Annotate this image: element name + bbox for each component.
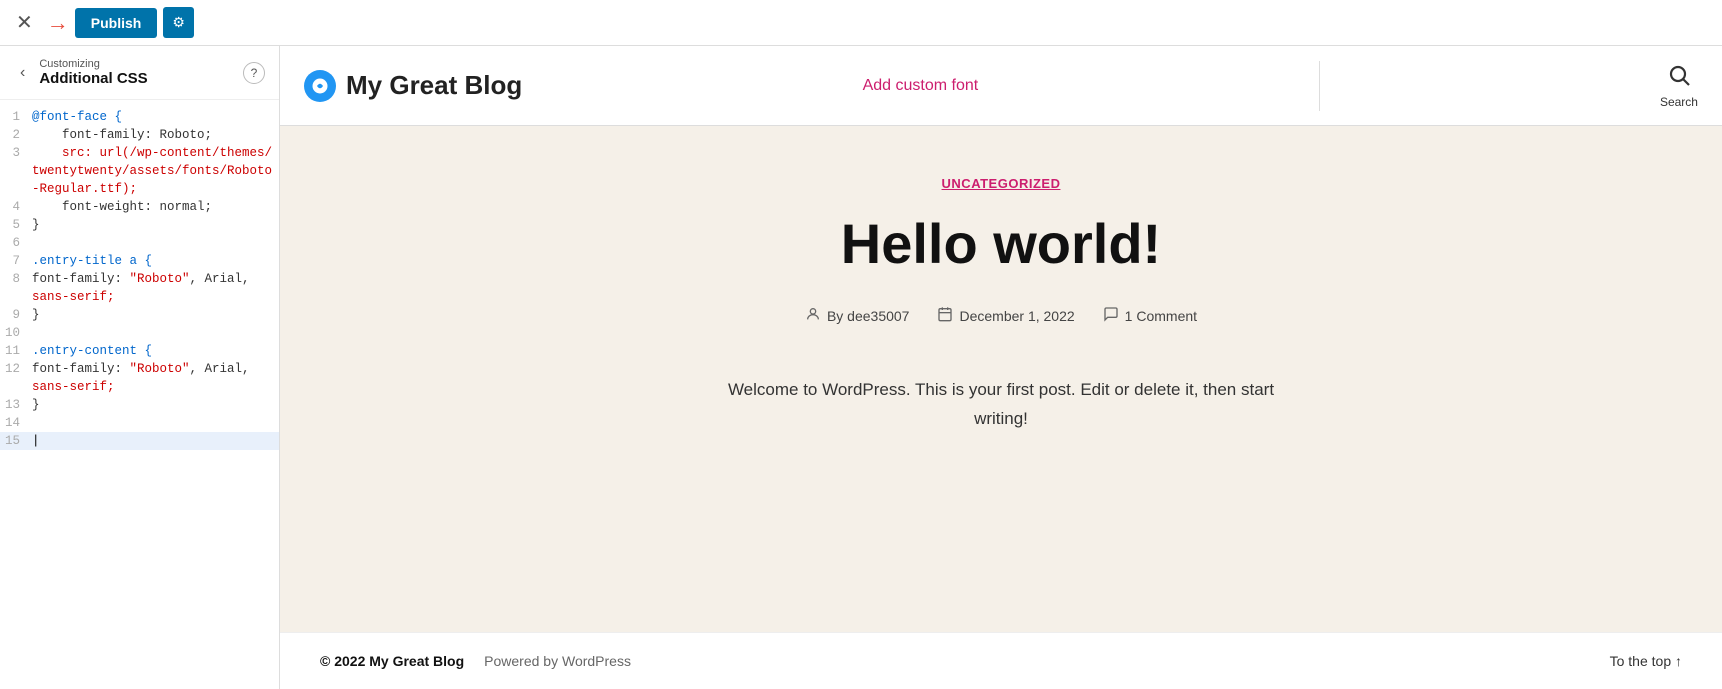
code-line: 7 .entry-title a { xyxy=(0,252,279,270)
back-button[interactable]: ‹ xyxy=(14,62,31,84)
author-icon xyxy=(805,306,821,326)
code-line: 2 font-family: Roboto; xyxy=(0,126,279,144)
comment-icon xyxy=(1103,306,1119,326)
code-line: 11 .entry-content { xyxy=(0,342,279,360)
add-custom-font-link[interactable]: Add custom font xyxy=(863,77,979,95)
footer-powered: Powered by WordPress xyxy=(484,653,631,669)
help-button[interactable]: ? xyxy=(243,62,265,84)
post-excerpt: Welcome to WordPress. This is your first… xyxy=(701,376,1301,434)
preview-nav: My Great Blog Add custom font Search xyxy=(280,46,1722,126)
code-line: sans-serif; xyxy=(0,288,279,306)
code-line: 13 } xyxy=(0,396,279,414)
blog-title-text: My Great Blog xyxy=(346,70,522,101)
sidebar: ‹ Customizing Additional CSS ? 1 @font-f… xyxy=(0,46,280,689)
preview-area: My Great Blog Add custom font Search UNC… xyxy=(280,46,1722,689)
nav-divider xyxy=(1319,61,1320,111)
section-label: Additional CSS xyxy=(39,70,147,87)
sidebar-title-group: Customizing Additional CSS xyxy=(39,58,147,87)
code-line: 3 src: url(/wp-content/themes/twentytwen… xyxy=(0,144,279,198)
comments-text: 1 Comment xyxy=(1125,308,1197,324)
code-editor[interactable]: 1 @font-face { 2 font-family: Roboto; 3 … xyxy=(0,100,279,689)
search-label: Search xyxy=(1660,95,1698,109)
code-line: 1 @font-face { xyxy=(0,108,279,126)
arrow-icon: → xyxy=(47,10,69,36)
close-button[interactable]: ✕ xyxy=(12,6,37,39)
category-tag[interactable]: UNCATEGORIZED xyxy=(942,176,1061,191)
code-line: 9 } xyxy=(0,306,279,324)
main-layout: ‹ Customizing Additional CSS ? 1 @font-f… xyxy=(0,46,1722,689)
top-bar: ✕ → Publish ⚙ xyxy=(0,0,1722,46)
publish-button[interactable]: Publish xyxy=(75,8,158,38)
code-line: 12 font-family: "Roboto", Arial, xyxy=(0,360,279,378)
preview-footer: © 2022 My Great Blog Powered by WordPres… xyxy=(280,632,1722,689)
meta-author: By dee35007 xyxy=(805,306,910,326)
code-line-active[interactable]: 15 | xyxy=(0,432,279,450)
blog-title[interactable]: My Great Blog xyxy=(304,70,522,102)
date-text: December 1, 2022 xyxy=(959,308,1074,324)
search-area[interactable]: Search xyxy=(1660,63,1698,109)
footer-totop[interactable]: To the top ↑ xyxy=(1610,653,1682,669)
code-line: 10 xyxy=(0,324,279,342)
sidebar-nav: ‹ Customizing Additional CSS xyxy=(14,58,148,87)
publish-group: → Publish ⚙ xyxy=(47,7,194,38)
search-icon xyxy=(1667,63,1691,93)
preview-content: UNCATEGORIZED Hello world! By dee35007 D… xyxy=(280,126,1722,632)
post-title: Hello world! xyxy=(841,211,1161,276)
code-line: 5 } xyxy=(0,216,279,234)
blog-icon xyxy=(304,70,336,102)
author-text: By dee35007 xyxy=(827,308,910,324)
post-meta: By dee35007 December 1, 2022 1 Comment xyxy=(805,306,1197,326)
customizing-label: Customizing xyxy=(39,58,147,70)
date-icon xyxy=(937,306,953,326)
meta-comments: 1 Comment xyxy=(1103,306,1197,326)
code-line: 8 font-family: "Roboto", Arial, xyxy=(0,270,279,288)
footer-left: © 2022 My Great Blog Powered by WordPres… xyxy=(320,653,631,669)
meta-date: December 1, 2022 xyxy=(937,306,1074,326)
code-line: 6 xyxy=(0,234,279,252)
code-line: 4 font-weight: normal; xyxy=(0,198,279,216)
settings-button[interactable]: ⚙ xyxy=(163,7,194,38)
footer-copyright: © 2022 My Great Blog xyxy=(320,653,464,669)
code-line: 14 xyxy=(0,414,279,432)
code-line: sans-serif; xyxy=(0,378,279,396)
sidebar-header: ‹ Customizing Additional CSS ? xyxy=(0,46,279,100)
